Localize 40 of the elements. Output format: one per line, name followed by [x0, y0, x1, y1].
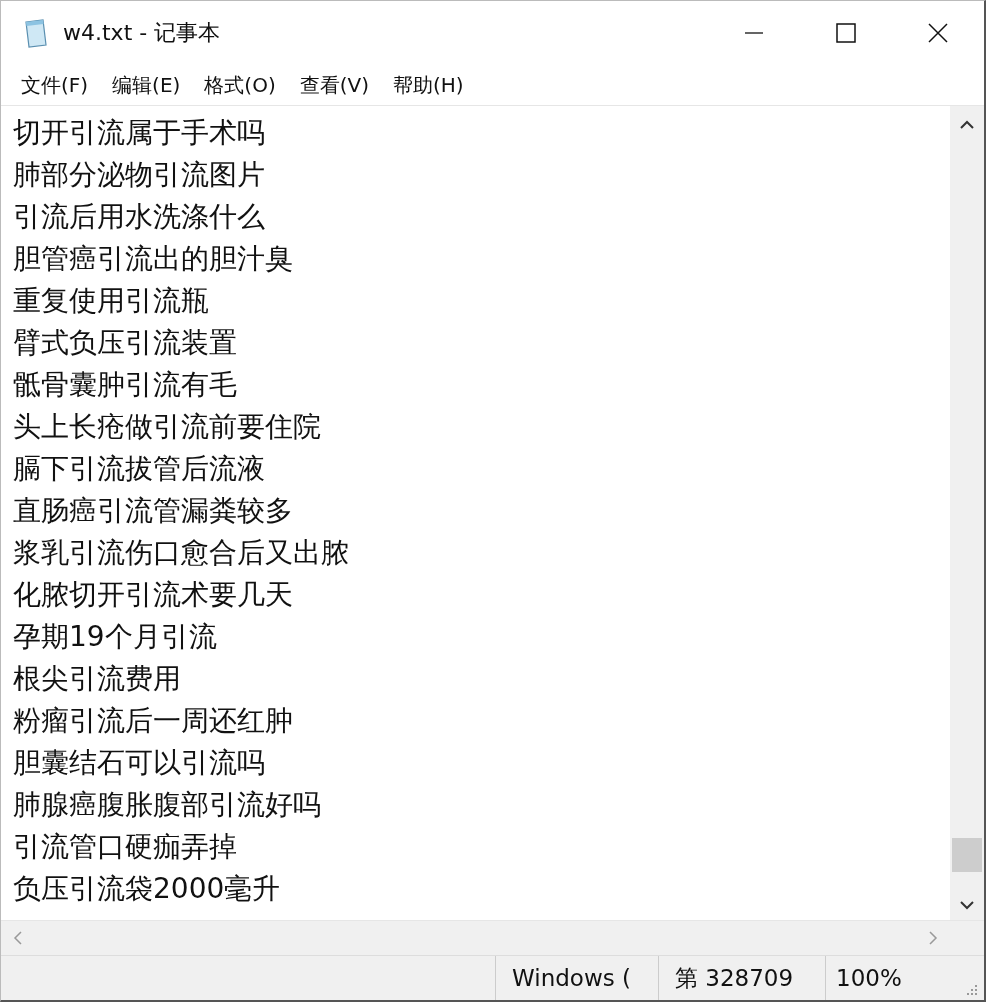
text-line: 化脓切开引流术要几天: [13, 577, 294, 613]
text-line: 引流后用水洗涤什么: [13, 199, 266, 235]
text-line: 胆管癌引流出的胆汁臭: [13, 241, 294, 277]
horizontal-scrollbar[interactable]: [1, 920, 984, 955]
resize-grip-icon[interactable]: [964, 982, 978, 996]
menu-item[interactable]: 编辑(E): [102, 69, 191, 101]
scrollbar-thumb[interactable]: [952, 838, 982, 872]
text-line: 胆囊结石可以引流吗: [13, 745, 266, 781]
text-line: 骶骨囊肿引流有毛: [13, 367, 238, 403]
text-line: 肺腺癌腹胀腹部引流好吗: [13, 787, 322, 823]
text-line: 臂式负压引流装置: [13, 325, 238, 361]
text-line: 引流管口硬痂弄掉: [13, 829, 238, 865]
scroll-down-icon[interactable]: [960, 900, 974, 910]
menu-item[interactable]: 查看(V): [289, 69, 379, 101]
status-text: 100%: [825, 956, 956, 1000]
scroll-right-icon[interactable]: [928, 931, 938, 945]
text-line: 浆乳引流伤口愈合后又出脓: [13, 535, 350, 571]
text-line: 孕期19个月引流: [13, 619, 218, 655]
text-area[interactable]: 切开引流属于手术吗 肺部分泌物引流图片 引流后用水洗涤什么 胆管癌引流出的胆汁臭 重复使用引流瓶 臂式负压引流装置 骶骨囊肿引流有毛 头上长疮做引流前要住院 膈下引流拔管后流液 直肠癌引流管漏粪较多 浆乳引流伤口愈合后又出脓 化脓切开引流术要几天 孕期19个月引流 根尖引流费用 粉瘤引流后一周还红肿 胆囊结石可以引流吗 肺腺癌腹胀腹部引流好吗 引流管口硬痂弄掉 负压引流袋2000毫升: [1, 106, 950, 920]
notepad-icon: [23, 18, 49, 48]
close-icon[interactable]: [927, 22, 949, 44]
text-line: 根尖引流费用: [13, 661, 182, 697]
scroll-left-icon[interactable]: [13, 931, 23, 945]
text-line: 重复使用引流瓶: [13, 283, 210, 319]
maximize-icon[interactable]: [835, 22, 857, 44]
menu-item[interactable]: 文件(F): [11, 69, 99, 101]
text-line: 头上长疮做引流前要住院: [13, 409, 322, 445]
window-title: w4.txt - 记事本: [63, 19, 221, 47]
status-text: 第 328709: [658, 956, 825, 1000]
text-line: 肺部分泌物引流图片: [13, 157, 266, 193]
menu-item[interactable]: 格式(O): [194, 69, 286, 101]
scroll-up-icon[interactable]: [960, 120, 974, 130]
status-text: Windows (: [495, 956, 658, 1000]
menu-item[interactable]: 帮助(H): [383, 69, 474, 101]
text-line: 粉瘤引流后一周还红肿: [13, 703, 294, 739]
text-line: 负压引流袋2000毫升: [13, 871, 282, 907]
text-line: 切开引流属于手术吗: [13, 115, 266, 151]
text-line: 直肠癌引流管漏粪较多: [13, 493, 294, 529]
vertical-scrollbar[interactable]: [950, 106, 984, 920]
text-line: 膈下引流拔管后流液: [13, 451, 266, 487]
